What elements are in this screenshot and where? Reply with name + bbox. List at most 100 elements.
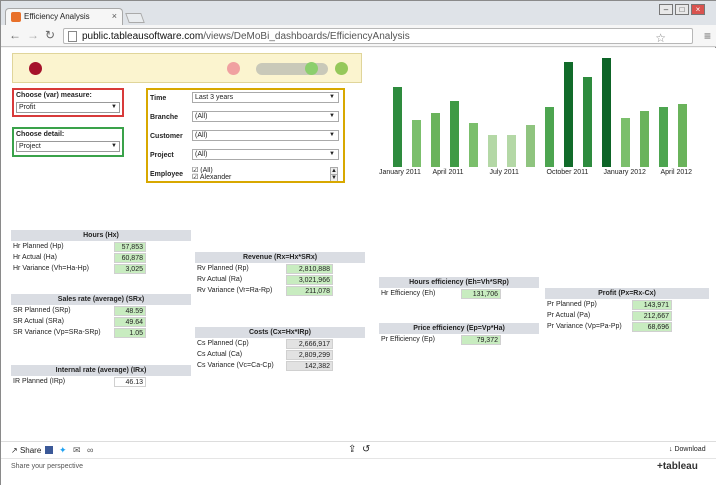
costs-table: Costs (Cx=Hx*IRp) Cs Planned (Cp) 2,666,9… <box>195 327 365 373</box>
page-icon <box>68 31 77 42</box>
chart-bar[interactable] <box>412 120 421 167</box>
customer-dropdown[interactable]: (All) ▼ <box>192 130 339 141</box>
share-perspective-link[interactable]: Share your perspective <box>11 463 83 470</box>
chart-bar[interactable] <box>507 135 516 167</box>
project-label: Project <box>150 152 174 159</box>
tableau-logo: +tableau <box>657 461 698 472</box>
minimize-button[interactable]: – <box>659 4 673 15</box>
chart-bar[interactable] <box>545 107 554 167</box>
branche-dropdown[interactable]: (All) ▼ <box>192 111 339 122</box>
table-row: Rv Planned (Rp) 2,810,888 <box>195 264 333 274</box>
row-value: 143,971 <box>632 300 672 310</box>
scroll-down-icon[interactable]: ▼ <box>330 174 338 181</box>
monthly-bar-chart: January 2011 April 2011 July 2011 October 2… <box>379 53 709 183</box>
x-tick-label: October 2011 <box>546 169 589 176</box>
chart-bar[interactable] <box>469 123 478 167</box>
chart-bar[interactable] <box>659 107 668 167</box>
bar-area <box>379 53 709 167</box>
row-label: Pr Actual (Pa) <box>547 312 591 319</box>
customer-value: (All) <box>195 132 208 139</box>
back-icon[interactable]: ← <box>9 28 21 42</box>
row-label: Cs Variance (Vc=Ca-Cp) <box>197 362 274 369</box>
hours-efficiency-table: Hours efficiency (Eh=Vh*SRp) Hr Efficien… <box>379 277 539 301</box>
employee-label: Employee <box>150 171 184 178</box>
close-window-button[interactable]: × <box>691 4 705 15</box>
table-row: SR Planned (SRp) 48.59 <box>11 306 146 316</box>
measure-value: Profit <box>19 104 36 111</box>
checkbox-icon[interactable]: ☑ <box>192 167 198 174</box>
download-link[interactable]: ↓ Download <box>669 446 706 453</box>
row-value: 2,810,888 <box>286 264 333 274</box>
maximize-button[interactable]: □ <box>675 4 689 15</box>
bookmark-star-icon[interactable]: ☆ <box>655 31 666 45</box>
menu-icon[interactable]: ≡ <box>704 29 711 43</box>
share-box-icon[interactable]: ⇪ <box>348 444 356 455</box>
red-dot-icon <box>29 62 42 75</box>
detail-value: Project <box>19 143 41 150</box>
time-label: Time <box>150 95 167 102</box>
chart-bar[interactable] <box>450 101 459 167</box>
row-value: 49.64 <box>114 317 146 327</box>
table-row: Pr Variance (Vp=Pa-Pp) 68,696 <box>545 322 672 332</box>
link-icon[interactable]: ∞ <box>87 445 93 455</box>
sales-title: Sales rate (average) (SRx) <box>11 294 191 305</box>
tableau-favicon-icon <box>11 12 21 22</box>
checkbox-icon[interactable]: ☑ <box>192 174 198 181</box>
row-value: 212,667 <box>632 311 672 321</box>
url-path: /views/DeMoBi_dashboards/EfficiencyAnaly… <box>203 31 410 42</box>
row-label: Hr Efficiency (Eh) <box>381 290 436 297</box>
email-icon[interactable]: ✉ <box>73 445 81 456</box>
forward-icon[interactable]: → <box>27 28 39 42</box>
chart-bar[interactable] <box>431 113 440 167</box>
chevron-down-icon: ▼ <box>329 94 335 100</box>
row-value: 3,025 <box>114 264 146 274</box>
hours-table: Hours (Hx) Hr Planned (Hp) 57,853 Hr Actu… <box>11 230 191 276</box>
row-value: 131,706 <box>461 289 501 299</box>
twitter-icon[interactable]: ✦ <box>59 445 67 456</box>
new-tab-button[interactable] <box>125 13 145 23</box>
chart-bar[interactable] <box>583 77 592 167</box>
chart-bar[interactable] <box>678 104 687 167</box>
row-label: Rv Actual (Ra) <box>197 276 243 283</box>
url-input[interactable]: public.tableausoftware.com/views/DeMoBi_… <box>63 28 693 45</box>
detail-selector: Choose detail: Project ▼ <box>12 127 124 157</box>
employee-list[interactable]: ☑ (All) ☑ Alexander ▲ ▼ <box>192 167 339 181</box>
revert-icon[interactable]: ↺ <box>362 444 370 455</box>
x-tick-label: April 2011 <box>432 169 464 176</box>
chart-bar[interactable] <box>564 62 573 167</box>
row-label: Pr Efficiency (Ep) <box>381 336 435 343</box>
table-row: Cs Variance (Vc=Ca-Cp) 142,382 <box>195 361 333 371</box>
row-label: Cs Planned (Cp) <box>197 340 249 347</box>
chart-bar[interactable] <box>621 118 630 167</box>
project-dropdown[interactable]: (All) ▼ <box>192 149 339 160</box>
profit-table: Profit (Px=Rx-Cx) Pr Planned (Pp) 143,971… <box>545 288 709 334</box>
time-value: Last 3 years <box>195 94 234 101</box>
chart-bar[interactable] <box>602 58 611 167</box>
address-bar: ← → ↻ public.tableausoftware.com/views/D… <box>1 25 716 47</box>
chart-bar[interactable] <box>526 125 535 167</box>
chevron-down-icon: ▼ <box>329 151 335 157</box>
branche-value: (All) <box>195 113 208 120</box>
reload-icon[interactable]: ↻ <box>45 28 55 42</box>
tab-title: Efficiency Analysis <box>24 12 90 21</box>
share-link[interactable]: ↗ Share <box>11 446 41 455</box>
download-icon: ↓ <box>669 446 673 453</box>
browser-tab[interactable]: Efficiency Analysis × <box>5 8 123 25</box>
chart-bar[interactable] <box>640 111 649 167</box>
title-bar: Efficiency Analysis × – □ × <box>1 1 716 25</box>
employee-opt-all: (All) <box>200 167 213 174</box>
facebook-icon[interactable] <box>45 446 53 454</box>
measure-dropdown[interactable]: Profit ▼ <box>16 102 120 113</box>
green-dot-icon <box>305 62 318 75</box>
chart-bar[interactable] <box>488 135 497 167</box>
chart-bar[interactable] <box>393 87 402 167</box>
table-row: IR Planned (IRp) 46.13 <box>11 377 146 387</box>
chevron-down-icon: ▼ <box>329 113 335 119</box>
download-label: Download <box>674 446 706 453</box>
table-row: Hr Planned (Hp) 57,853 <box>11 242 146 252</box>
row-label: Hr Planned (Hp) <box>13 243 64 250</box>
time-dropdown[interactable]: Last 3 years ▼ <box>192 92 339 103</box>
dashboard: Choose (var) measure: Profit ▼ Choose de… <box>1 48 716 485</box>
detail-dropdown[interactable]: Project ▼ <box>16 141 120 152</box>
close-tab-icon[interactable]: × <box>112 11 117 21</box>
